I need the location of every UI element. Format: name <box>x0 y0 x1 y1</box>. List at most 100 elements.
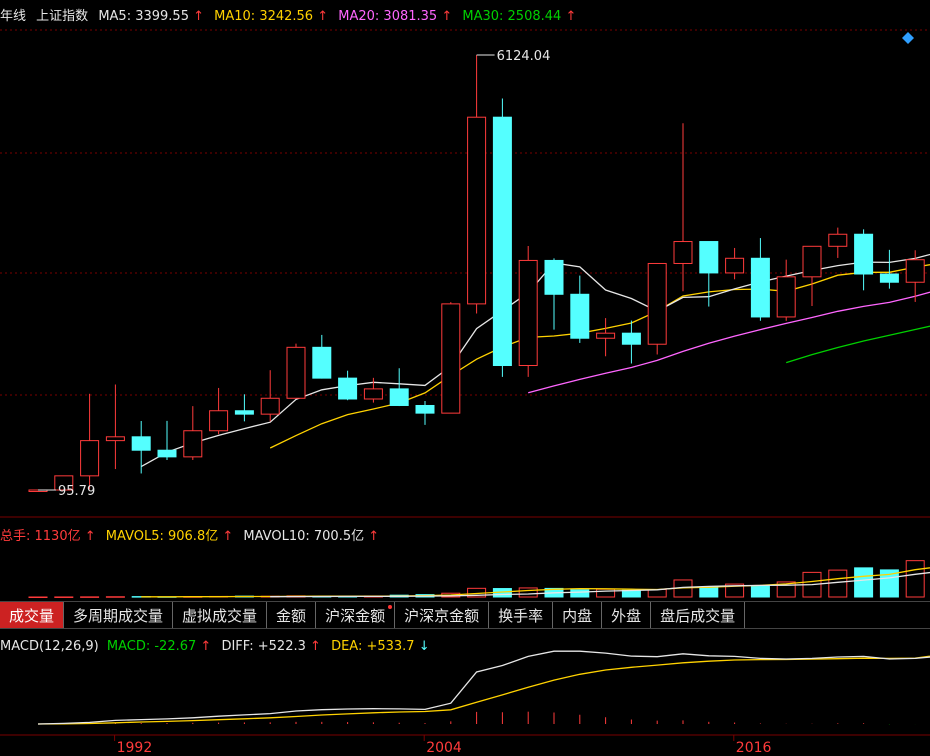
index-name: 上证指数 <box>36 9 88 24</box>
tab-label: 外盘 <box>611 606 642 625</box>
dea-line <box>37 655 930 725</box>
candle-body-down <box>879 273 899 283</box>
tab-5[interactable]: 沪深京金额 <box>395 602 490 628</box>
diamond-marker-icon[interactable] <box>902 32 914 44</box>
tab-label: 沪深京金额 <box>404 606 480 625</box>
svg-text:年线 上证指数 MA5: 3399.55: 年线 上证指数 MA5: 3399.55 ↑ MA10: 3242.56 ↑ M… <box>0 9 576 24</box>
candle-body-up <box>260 397 280 415</box>
tab-label: 换手率 <box>498 606 544 625</box>
candle-body-down <box>854 233 874 275</box>
candle-body-up <box>828 233 848 247</box>
ma10-value: MA10: 3242.56 <box>214 9 313 24</box>
tab-label: 多周期成交量 <box>73 606 164 625</box>
dea-value: DEA: +533.7 <box>331 639 415 654</box>
ma20-arrow-icon: ↑ <box>441 9 452 24</box>
candle-body-down <box>131 436 151 451</box>
dea-arrow-icon: ↓ <box>419 639 430 654</box>
volume-bar-up <box>28 596 48 598</box>
x-tick-label: 1992 <box>117 740 153 756</box>
candle-body-up <box>802 245 822 278</box>
ma30-value: MA30: 2508.44 <box>462 9 561 24</box>
volume-total: 总手: 1130亿 <box>0 529 81 544</box>
ma5-arrow-icon: ↑ <box>193 9 204 24</box>
ma10-arrow-icon: ↑ <box>317 9 328 24</box>
ma20-value: MA20: 3081.35 <box>338 9 437 24</box>
candle-body-up <box>647 262 667 345</box>
candle-body-up <box>776 276 796 318</box>
volume-bar-up <box>647 588 667 598</box>
tab-2[interactable]: 虚拟成交量 <box>173 602 268 628</box>
candle-body-up <box>286 346 306 399</box>
candle-body-up <box>183 430 203 458</box>
mavol10-arrow-icon: ↑ <box>368 529 379 544</box>
candle-body-up <box>105 436 125 442</box>
tab-label: 金额 <box>276 606 307 625</box>
diff-line <box>37 650 930 725</box>
macd-arrow-icon: ↑ <box>200 639 211 654</box>
candle-body-down <box>492 116 512 367</box>
ma10-line <box>269 264 930 449</box>
tab-4[interactable]: 沪深金额 <box>316 602 396 628</box>
tab-9[interactable]: 盘后成交量 <box>651 602 746 628</box>
volume-bar-up <box>80 596 100 598</box>
volume-bar-up <box>518 587 538 598</box>
candle-body-up <box>725 257 745 274</box>
diff-arrow-icon: ↑ <box>310 639 321 654</box>
candle-body-down <box>750 257 770 318</box>
price-grid <box>0 29 930 396</box>
ma30-line <box>786 325 930 364</box>
candle-body-down <box>312 346 332 379</box>
x-tick-label: 2004 <box>426 740 462 756</box>
diff-value: DIFF: +522.3 <box>221 639 305 654</box>
candle-body-down <box>544 259 564 295</box>
candle-body-up <box>467 116 487 305</box>
candle-body-down <box>389 388 409 406</box>
macd-indicator <box>37 650 930 725</box>
tab-7[interactable]: 内盘 <box>553 602 603 628</box>
kline-chart[interactable]: 6124.04 95.79 年线 上证指数 MA5: 3399.55 ↑ MA1… <box>0 0 930 756</box>
candle-body-down <box>621 332 641 345</box>
volume-bar-down <box>699 586 719 598</box>
volume-arrow-icon: ↑ <box>85 529 96 544</box>
volume-bars <box>28 560 925 598</box>
volume-bar-up <box>905 560 925 598</box>
candle-body-down <box>338 377 358 400</box>
ma5-value: MA5: 3399.55 <box>98 9 189 24</box>
mavol5-value: MAVOL5: 906.8亿 <box>106 529 218 544</box>
tab-0[interactable]: 成交量 <box>0 602 65 628</box>
candle-body-up <box>596 332 616 339</box>
candle-body-up <box>441 303 461 414</box>
low-label: 95.79 <box>58 484 95 499</box>
tab-label: 虚拟成交量 <box>182 606 258 625</box>
tab-3[interactable]: 金额 <box>267 602 317 628</box>
macd-name: MACD(12,26,9) <box>0 639 99 654</box>
candlesticks <box>28 55 925 492</box>
svg-text:MACD(12,26,9) MACD: -22.67: MACD(12,26,9) MACD: -22.67 ↑ DIFF: +522.… <box>0 639 430 654</box>
candle-body-down <box>157 449 177 458</box>
indicator-tab-bar: 成交量 多周期成交量 虚拟成交量 金额 沪深金额 沪深京金额 换手率 内盘 外盘 盘后成交量 <box>0 601 930 629</box>
candle-body-up <box>209 410 229 432</box>
candle-body-down <box>234 410 254 415</box>
macd-value: MACD: -22.67 <box>107 639 196 654</box>
mavol10-value: MAVOL10: 700.5亿 <box>243 529 364 544</box>
tab-label: 盘后成交量 <box>660 606 736 625</box>
svg-text:总手: 1130亿 ↑ MAVOL5: 90: 总手: 1130亿 ↑ MAVOL5: 906.8亿 ↑ MAVOL10: 70… <box>0 529 379 544</box>
candle-body-up <box>673 241 693 264</box>
candle-body-up <box>80 440 100 477</box>
candle-body-up <box>905 259 925 283</box>
tab-8[interactable]: 外盘 <box>602 602 652 628</box>
high-label: 6124.04 <box>497 49 551 64</box>
candle-body-down <box>570 293 590 339</box>
candle-body-up <box>363 388 383 400</box>
candle-body-down <box>415 404 435 414</box>
volume-bar-up <box>828 569 848 598</box>
volume-bar-down <box>854 567 874 598</box>
candle-body-down <box>699 241 719 274</box>
tab-6[interactable]: 换手率 <box>489 602 554 628</box>
volume-bar-down <box>570 589 590 598</box>
volume-bar-down <box>750 585 770 598</box>
notification-dot-icon <box>388 605 393 609</box>
tab-1[interactable]: 多周期成交量 <box>64 602 174 628</box>
volume-bar-up <box>105 596 125 598</box>
mavol5-arrow-icon: ↑ <box>222 529 233 544</box>
